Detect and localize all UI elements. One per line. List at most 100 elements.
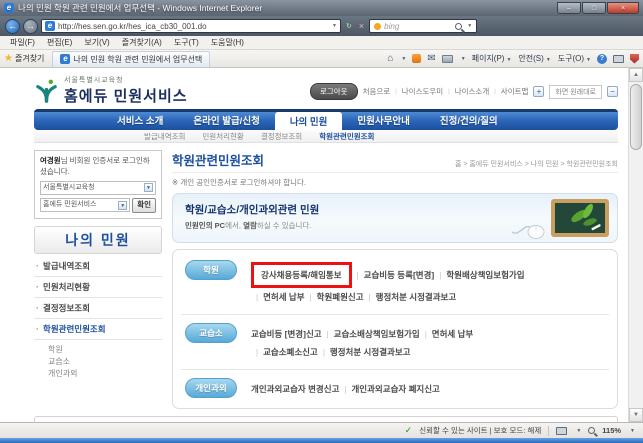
- separator: |: [256, 348, 259, 357]
- menu-item[interactable]: 보기(V): [78, 37, 115, 48]
- mail-button[interactable]: ✉: [427, 53, 435, 64]
- favorites-button[interactable]: 즐겨찾기: [15, 53, 44, 64]
- nav-tab[interactable]: 서비스 소개: [102, 109, 178, 130]
- office-select-value: 서울특별시교육청: [43, 183, 95, 191]
- banner-sub-bold1: 민원인의 PC: [185, 221, 226, 230]
- top-link[interactable]: 처음으로: [363, 86, 391, 97]
- sidebar-menu-item[interactable]: · 결정정보조회: [34, 298, 162, 319]
- sub-nav-item[interactable]: 발급내역조회: [144, 131, 185, 142]
- separator: |: [424, 330, 427, 339]
- office-select-arrow-icon[interactable]: ▼: [144, 183, 153, 193]
- sidebar: 여경원님 비회원 인증서로 로그인하셨습니다. 서울특별시교육청 ▼ 홈에듀 민…: [34, 150, 162, 409]
- menu-item[interactable]: 편집(E): [41, 37, 78, 48]
- service-link[interactable]: 교습비등 [변경]신고: [251, 329, 322, 339]
- protected-mode-icon[interactable]: [556, 426, 568, 435]
- service-select[interactable]: 홈에듀 민원서비스 ▼: [40, 198, 131, 213]
- zoom-dropdown-icon[interactable]: ▼: [630, 428, 635, 434]
- sub-nav-item[interactable]: 학원관련민원조회: [319, 131, 374, 142]
- address-dropdown-icon[interactable]: ▼: [332, 23, 337, 29]
- service-link[interactable]: 개인과외교습자 폐지신고: [351, 384, 439, 394]
- command-button[interactable]: 안전(S) ▼: [518, 53, 550, 64]
- scroll-down-button[interactable]: ▼: [629, 408, 643, 422]
- service-link[interactable]: 교습소배상책임보험가입: [334, 329, 420, 339]
- logout-button[interactable]: 로그아웃: [309, 83, 358, 100]
- home-dropdown-icon[interactable]: ▼: [401, 56, 406, 62]
- category-button[interactable]: 교습소: [185, 323, 237, 343]
- address-input[interactable]: e http://hes.sen.go.kr/hes_ica_cb30_001.…: [41, 19, 341, 33]
- top-link[interactable]: 나이스도우미: [402, 86, 443, 97]
- zoom-in-button[interactable]: +: [533, 86, 545, 97]
- scrollbar-thumb[interactable]: [630, 84, 642, 150]
- sidebar-submenu-item[interactable]: 개인과외: [48, 368, 162, 380]
- menu-item[interactable]: 도움말(H): [205, 37, 250, 48]
- top-link[interactable]: 사이트맵: [501, 86, 529, 97]
- nav-tab[interactable]: 진정/건의/질의: [425, 109, 513, 130]
- search-icon[interactable]: [455, 22, 463, 30]
- service-link[interactable]: 면허세 납부: [432, 329, 473, 339]
- sidebar-title[interactable]: 나의 민원: [34, 225, 162, 254]
- service-link[interactable]: 행정처분 시정결과보고: [330, 347, 411, 357]
- minimize-button[interactable]: –: [557, 2, 581, 14]
- service-links: 강사채용등록/해임통보 | 교습비등 등록[변경] | 학원배상책임보험가입 | 면허세 납…: [251, 260, 525, 306]
- sub-nav-item[interactable]: 결정정보조회: [261, 131, 302, 142]
- vertical-scrollbar[interactable]: ▲ ▼: [628, 68, 643, 422]
- command-button[interactable]: 페이지(P) ▼: [472, 53, 512, 64]
- scrollbar-track[interactable]: [629, 152, 643, 408]
- favorites-star-icon: ★: [4, 53, 13, 64]
- link-line: 교습비등 [변경]신고 | 교습소배상책임보험가입 | 면허세 납부: [251, 325, 473, 343]
- print-button[interactable]: [441, 54, 453, 63]
- back-button[interactable]: ←: [5, 18, 20, 34]
- status-dropdown-icon[interactable]: ▼: [576, 428, 581, 434]
- service-link[interactable]: 교습소폐소신고: [263, 347, 318, 357]
- category-button[interactable]: 학원: [185, 260, 237, 280]
- service-link[interactable]: 학원폐원신고: [317, 292, 364, 302]
- service-link[interactable]: 강사채용등록/해임통보: [251, 262, 352, 288]
- sidebar-submenu-item[interactable]: 학원: [48, 344, 162, 356]
- security-shield-icon[interactable]: [630, 53, 639, 64]
- service-select-arrow-icon[interactable]: ▼: [118, 200, 128, 210]
- page-tab[interactable]: e 나의 민원 학원 관련 민원에서 업무선택: [52, 50, 211, 67]
- service-link[interactable]: 학원배상책임보험가입: [446, 270, 524, 280]
- print-dropdown-icon[interactable]: ▼: [461, 56, 466, 62]
- search-dropdown-icon[interactable]: ▼: [467, 23, 472, 29]
- office-select[interactable]: 서울특별시교육청 ▼: [40, 180, 156, 195]
- help-icon[interactable]: ?: [597, 53, 607, 64]
- blackboard-illustration-icon: [551, 199, 609, 237]
- logo-texts: 서울특별시교육청 홈에듀 민원서비스: [64, 75, 188, 106]
- menu-item[interactable]: 파일(F): [4, 37, 41, 48]
- nav-tab[interactable]: 민원사무안내: [342, 109, 424, 130]
- feeds-icon[interactable]: [412, 54, 422, 63]
- sub-nav-item[interactable]: 민원처리현황: [202, 131, 243, 142]
- service-link[interactable]: 개인과외교습자 변경신고: [251, 384, 339, 394]
- refresh-button[interactable]: ↻: [344, 22, 354, 30]
- menu-item[interactable]: 즐겨찾기(A): [116, 37, 168, 48]
- bullet-icon: ·: [36, 281, 39, 292]
- nav-tab[interactable]: 온라인 발급/신청: [178, 109, 274, 130]
- sidebar-submenu-item[interactable]: 교습소: [48, 356, 162, 368]
- sidebar-menu-item[interactable]: · 민원처리현황: [34, 277, 162, 298]
- service-link[interactable]: 면허세 납부: [263, 292, 304, 302]
- nav-tab[interactable]: 나의 민원: [274, 112, 343, 130]
- forward-button[interactable]: →: [23, 18, 38, 34]
- close-button[interactable]: ×: [607, 2, 639, 14]
- maximize-button[interactable]: □: [582, 2, 606, 14]
- separator: |: [439, 271, 442, 280]
- confirm-button[interactable]: 확인: [132, 197, 156, 213]
- category-button[interactable]: 개인과외: [185, 378, 237, 398]
- service-links: 교습비등 [변경]신고 | 교습소배상책임보험가입 | 면허세 납부 | 교습소폐소신고 | 행…: [251, 323, 473, 361]
- zoom-magnifier-icon[interactable]: [588, 427, 596, 434]
- command-button[interactable]: 도구(O) ▼: [558, 53, 591, 64]
- scroll-up-button[interactable]: ▲: [629, 68, 643, 82]
- sidebar-menu-item[interactable]: · 발급내역조회: [34, 256, 162, 277]
- service-link[interactable]: 행정처분 시정결과보고: [376, 292, 457, 302]
- stop-button[interactable]: ×: [357, 21, 366, 31]
- search-input[interactable]: bing ▼: [369, 19, 478, 33]
- home-button[interactable]: ⌂: [387, 53, 393, 64]
- top-link[interactable]: 나이스소개: [455, 86, 490, 97]
- page-favicon-icon: e: [45, 21, 55, 31]
- zoom-out-button[interactable]: −: [607, 86, 618, 97]
- service-link[interactable]: 교습비등 등록[변경]: [364, 270, 435, 280]
- compatibility-icon[interactable]: [613, 54, 624, 63]
- menu-item[interactable]: 도구(T): [168, 37, 205, 48]
- sidebar-menu-item[interactable]: · 학원관련민원조회: [34, 319, 162, 340]
